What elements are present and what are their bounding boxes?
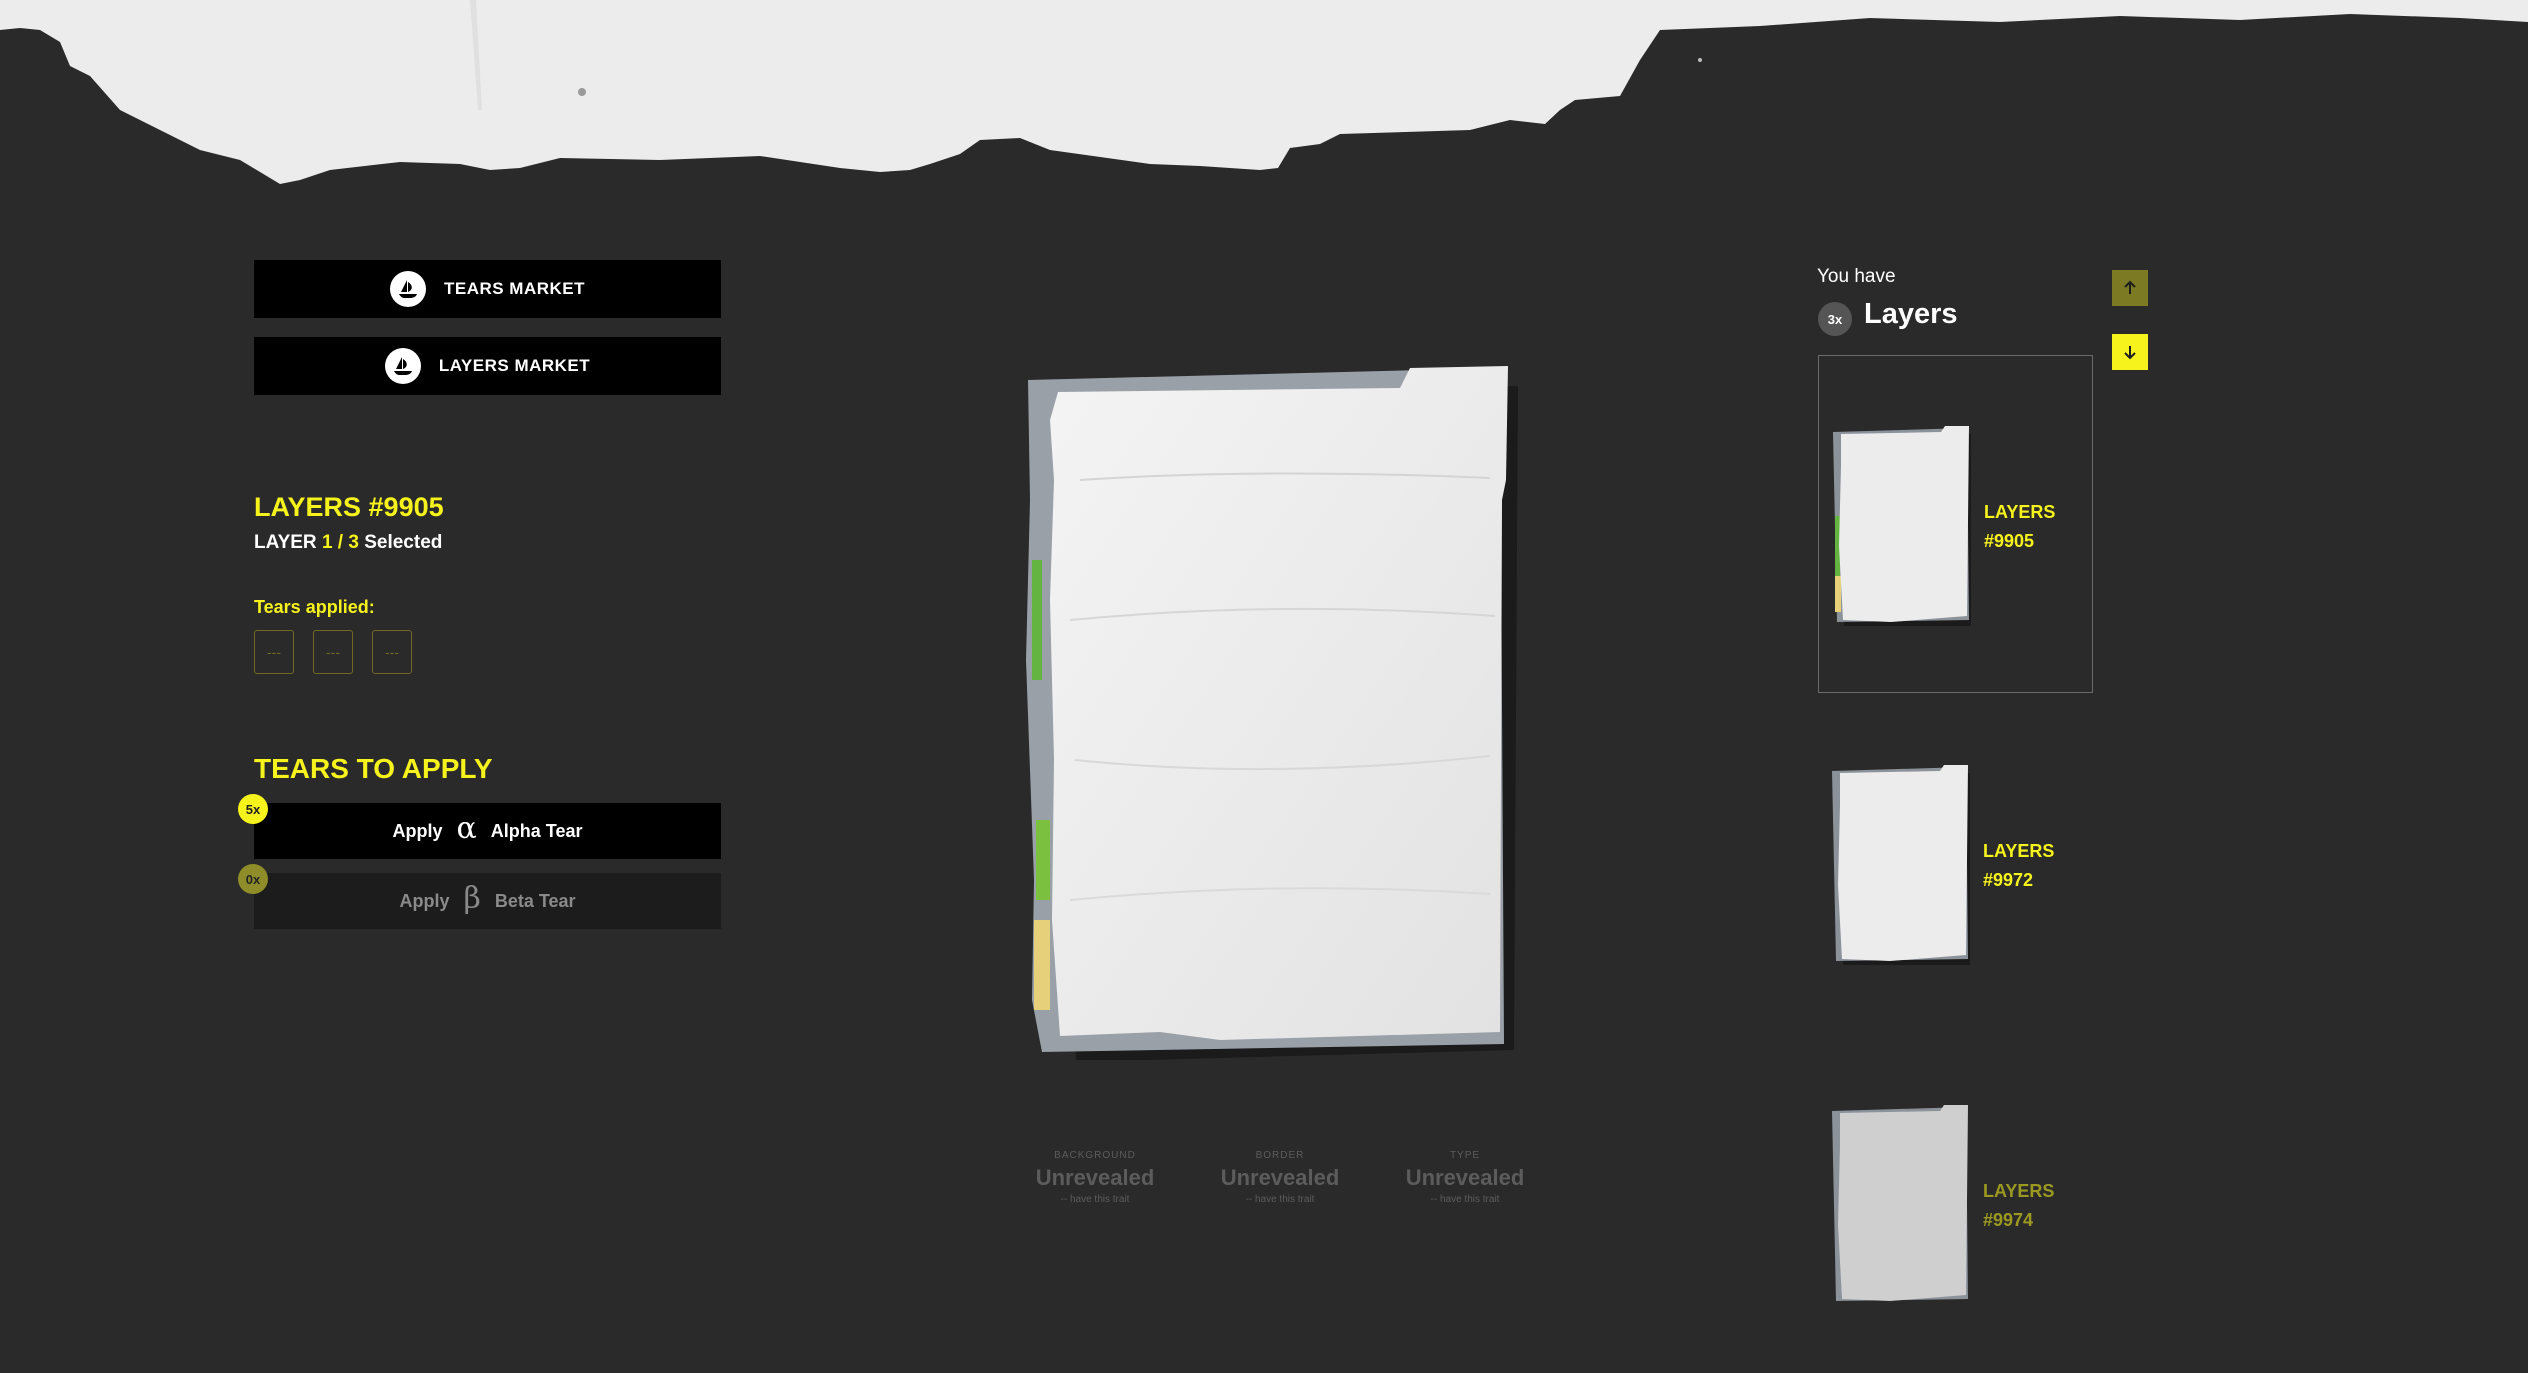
beta-tear-label: Beta Tear xyxy=(494,890,576,911)
layer-separator: / xyxy=(337,532,344,553)
tear-slot: --- xyxy=(372,630,412,674)
scroll-down-button[interactable] xyxy=(2112,334,2148,370)
trait-note: -- have this trait xyxy=(1245,1194,1315,1205)
layer-poster-preview xyxy=(1026,366,1518,1060)
layers-market-button[interactable]: LAYERS MARKET xyxy=(254,337,721,395)
layer-card-line2: #9905 xyxy=(1984,531,2035,551)
layer-card-name: LAYERS #9974 xyxy=(1983,1177,2054,1235)
layer-thumbnail xyxy=(1833,426,1971,626)
tear-slot: --- xyxy=(254,630,294,674)
arrow-up-icon xyxy=(2124,280,2136,294)
trait-label: TYPE xyxy=(1449,1150,1481,1161)
trait-type: TYPE Unrevealed -- have this trait xyxy=(1390,1150,1540,1205)
layer-prefix: LAYER xyxy=(254,532,317,553)
layer-card-line1: LAYERS xyxy=(1983,841,2055,861)
layer-card-line2: #9974 xyxy=(1983,1210,2034,1230)
tears-applied-label: Tears applied: xyxy=(254,597,375,617)
tear-slot: --- xyxy=(313,630,353,674)
alpha-tear-label: Alpha Tear xyxy=(490,820,583,841)
alpha-icon: α xyxy=(456,810,477,846)
layer-card-name: LAYERS #9972 xyxy=(1983,837,2054,895)
layer-card-9972[interactable]: LAYERS #9972 xyxy=(1818,695,2093,1033)
layer-current: 1 xyxy=(321,532,333,553)
tears-market-button[interactable]: TEARS MARKET xyxy=(254,260,721,318)
trait-label: BORDER xyxy=(1255,1150,1305,1161)
layer-card-line1: LAYERS xyxy=(1983,1181,2055,1201)
layer-suffix: Selected xyxy=(364,532,443,553)
alpha-tear-count-badge: 5x xyxy=(238,794,268,824)
tears-market-label: TEARS MARKET xyxy=(443,279,586,298)
traits-row: BACKGROUND Unrevealed -- have this trait… xyxy=(1020,1150,1540,1205)
beta-icon: β xyxy=(463,880,481,916)
trait-background: BACKGROUND Unrevealed -- have this trait xyxy=(1020,1150,1170,1205)
trait-value: Unrevealed xyxy=(1220,1165,1340,1190)
trait-note: -- have this trait xyxy=(1430,1194,1500,1205)
owned-count-badge: 3x xyxy=(1818,302,1852,336)
beta-tear-count-badge: 0x xyxy=(238,864,268,894)
layer-thumbnail xyxy=(1832,765,1970,965)
you-have-label: You have xyxy=(1817,266,1896,287)
layer-card-line2: #9972 xyxy=(1983,870,2034,890)
opensea-icon xyxy=(384,348,421,384)
trait-border: BORDER Unrevealed -- have this trait xyxy=(1205,1150,1355,1205)
layer-card-9974[interactable]: LAYERS #9974 xyxy=(1818,1035,2093,1373)
collection-title: Layers xyxy=(1864,298,1958,330)
layers-market-label: LAYERS MARKET xyxy=(438,356,591,375)
layer-thumbnail xyxy=(1832,1105,1968,1301)
layer-card-9905[interactable]: LAYERS #9905 xyxy=(1818,355,2093,693)
trait-note: -- have this trait xyxy=(1060,1194,1130,1205)
arrow-down-icon xyxy=(2124,346,2136,360)
layer-title: LAYERS #9905 xyxy=(254,492,444,522)
layer-card-line1: LAYERS xyxy=(1984,502,2056,522)
trait-value: Unrevealed xyxy=(1035,1165,1155,1190)
apply-alpha-tear-button[interactable]: Apply α Alpha Tear xyxy=(254,803,721,859)
apply-beta-tear-button[interactable]: Apply β Beta Tear xyxy=(254,873,721,929)
layer-card-name: LAYERS #9905 xyxy=(1984,498,2055,556)
opensea-icon xyxy=(389,271,426,307)
trait-label: BACKGROUND xyxy=(1054,1150,1136,1161)
trait-value: Unrevealed xyxy=(1405,1165,1525,1190)
torn-paper-header xyxy=(0,0,2528,184)
layer-total: 3 xyxy=(348,532,359,553)
layer-selection-status: LAYER 1 / 3 Selected xyxy=(254,532,442,554)
tears-to-apply-title: TEARS TO APPLY xyxy=(254,753,493,784)
apply-label: Apply xyxy=(392,820,443,841)
apply-label: Apply xyxy=(399,890,450,911)
scroll-up-button[interactable] xyxy=(2112,270,2148,306)
